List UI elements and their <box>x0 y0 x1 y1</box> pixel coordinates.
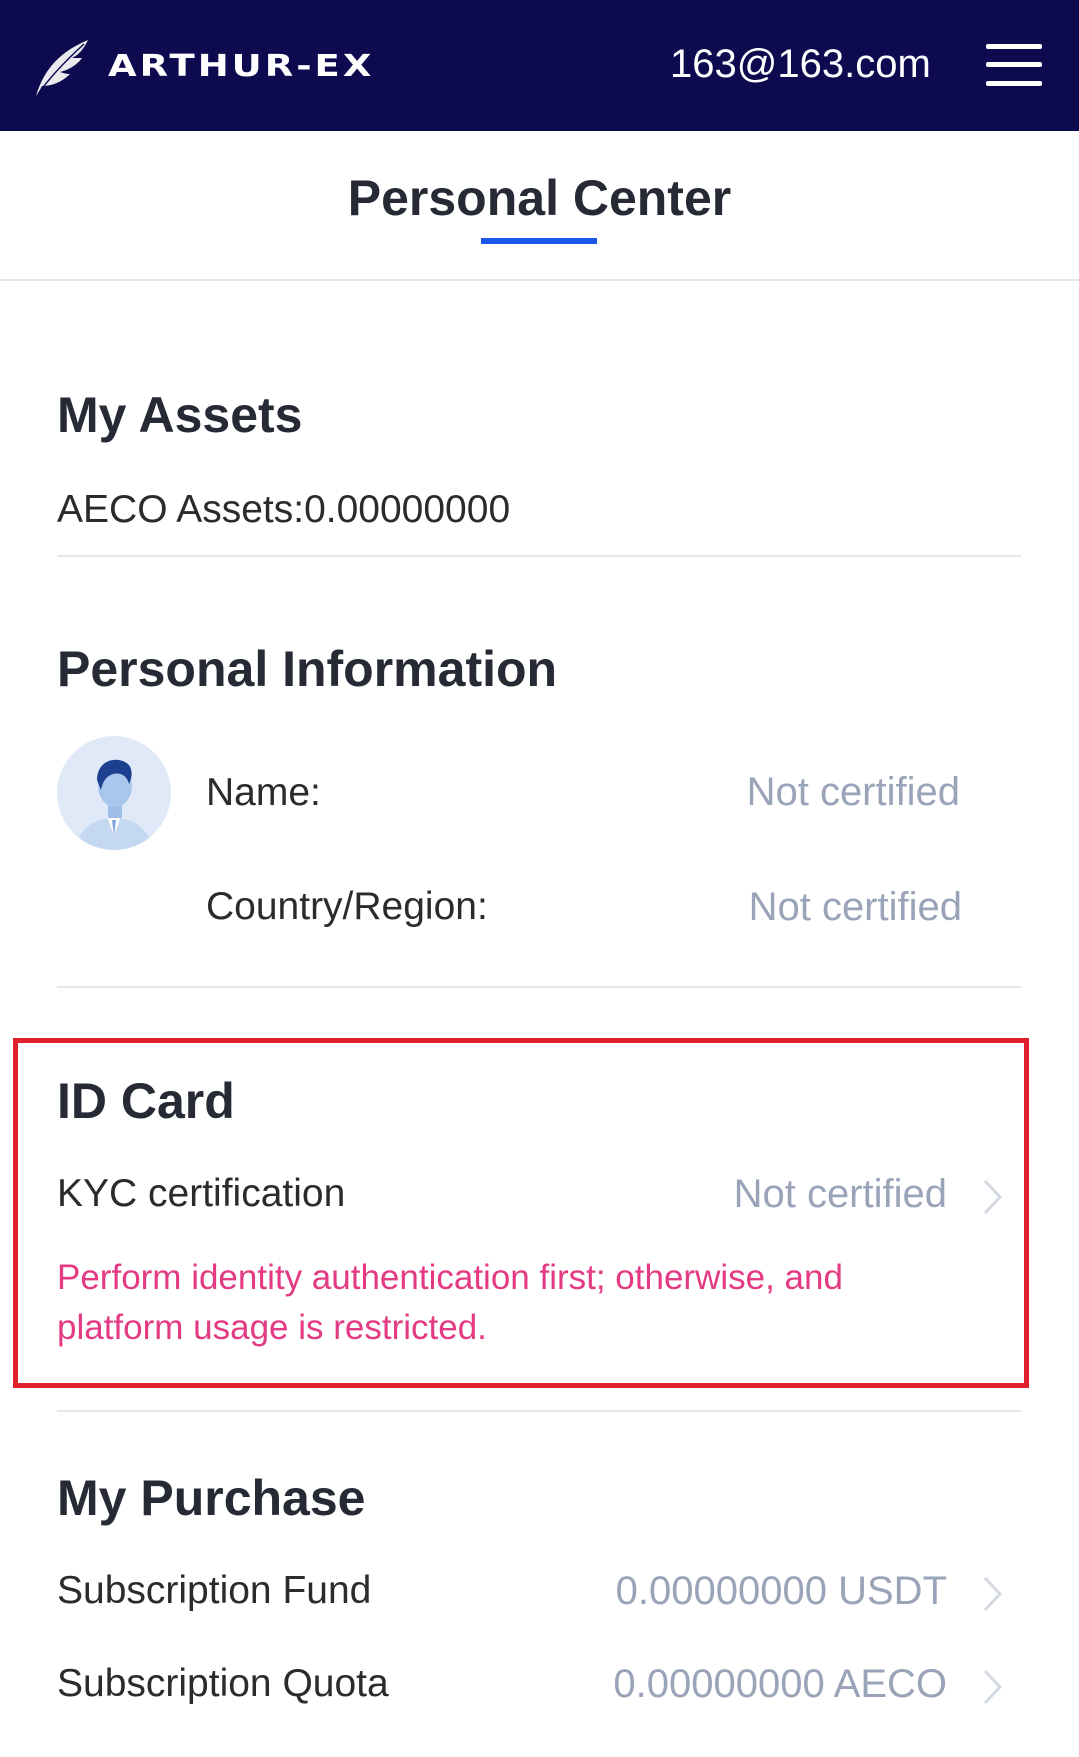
chevron-right-icon[interactable] <box>982 1178 1004 1216</box>
my-assets-heading: My Assets <box>57 387 303 443</box>
tab-personal-center[interactable]: Personal Center <box>0 169 1079 227</box>
logo-text[interactable]: ARTHUR-EX <box>108 48 374 83</box>
name-status: Not certified <box>746 770 960 814</box>
my-purchase-heading: My Purchase <box>57 1470 366 1526</box>
subscription-quota-label[interactable]: Subscription Quota <box>57 1662 389 1706</box>
subscription-quota-value[interactable]: 0.00000000 AECO <box>613 1662 947 1707</box>
feather-logo-icon <box>36 40 88 96</box>
user-avatar-icon <box>57 736 171 850</box>
divider <box>57 555 1021 557</box>
id-card-heading: ID Card <box>57 1073 235 1129</box>
top-navigation-bar: ARTHUR-EX 163@163.com <box>0 0 1079 131</box>
personal-information-heading: Personal Information <box>57 641 558 697</box>
divider <box>57 986 1021 988</box>
subscription-fund-value[interactable]: 0.00000000 USDT <box>616 1569 947 1614</box>
chevron-right-icon[interactable] <box>982 1575 1004 1613</box>
kyc-warning-message: Perform identity authentication first; o… <box>57 1258 843 1347</box>
chevron-right-icon[interactable] <box>982 1668 1004 1706</box>
hamburger-menu-icon[interactable] <box>986 44 1042 86</box>
kyc-certification-status[interactable]: Not certified <box>734 1172 947 1217</box>
divider <box>57 1410 1021 1412</box>
account-email[interactable]: 163@163.com <box>670 42 931 87</box>
country-region-status: Not certified <box>748 885 962 929</box>
aeco-assets-value: AECO Assets:0.00000000 <box>57 488 511 531</box>
subscription-fund-label[interactable]: Subscription Fund <box>57 1569 371 1613</box>
active-tab-indicator <box>481 238 597 244</box>
name-label: Name: <box>206 771 321 814</box>
tab-bar: Personal Center <box>0 131 1079 281</box>
kyc-certification-label[interactable]: KYC certification <box>57 1172 345 1216</box>
country-region-label: Country/Region: <box>206 885 488 928</box>
